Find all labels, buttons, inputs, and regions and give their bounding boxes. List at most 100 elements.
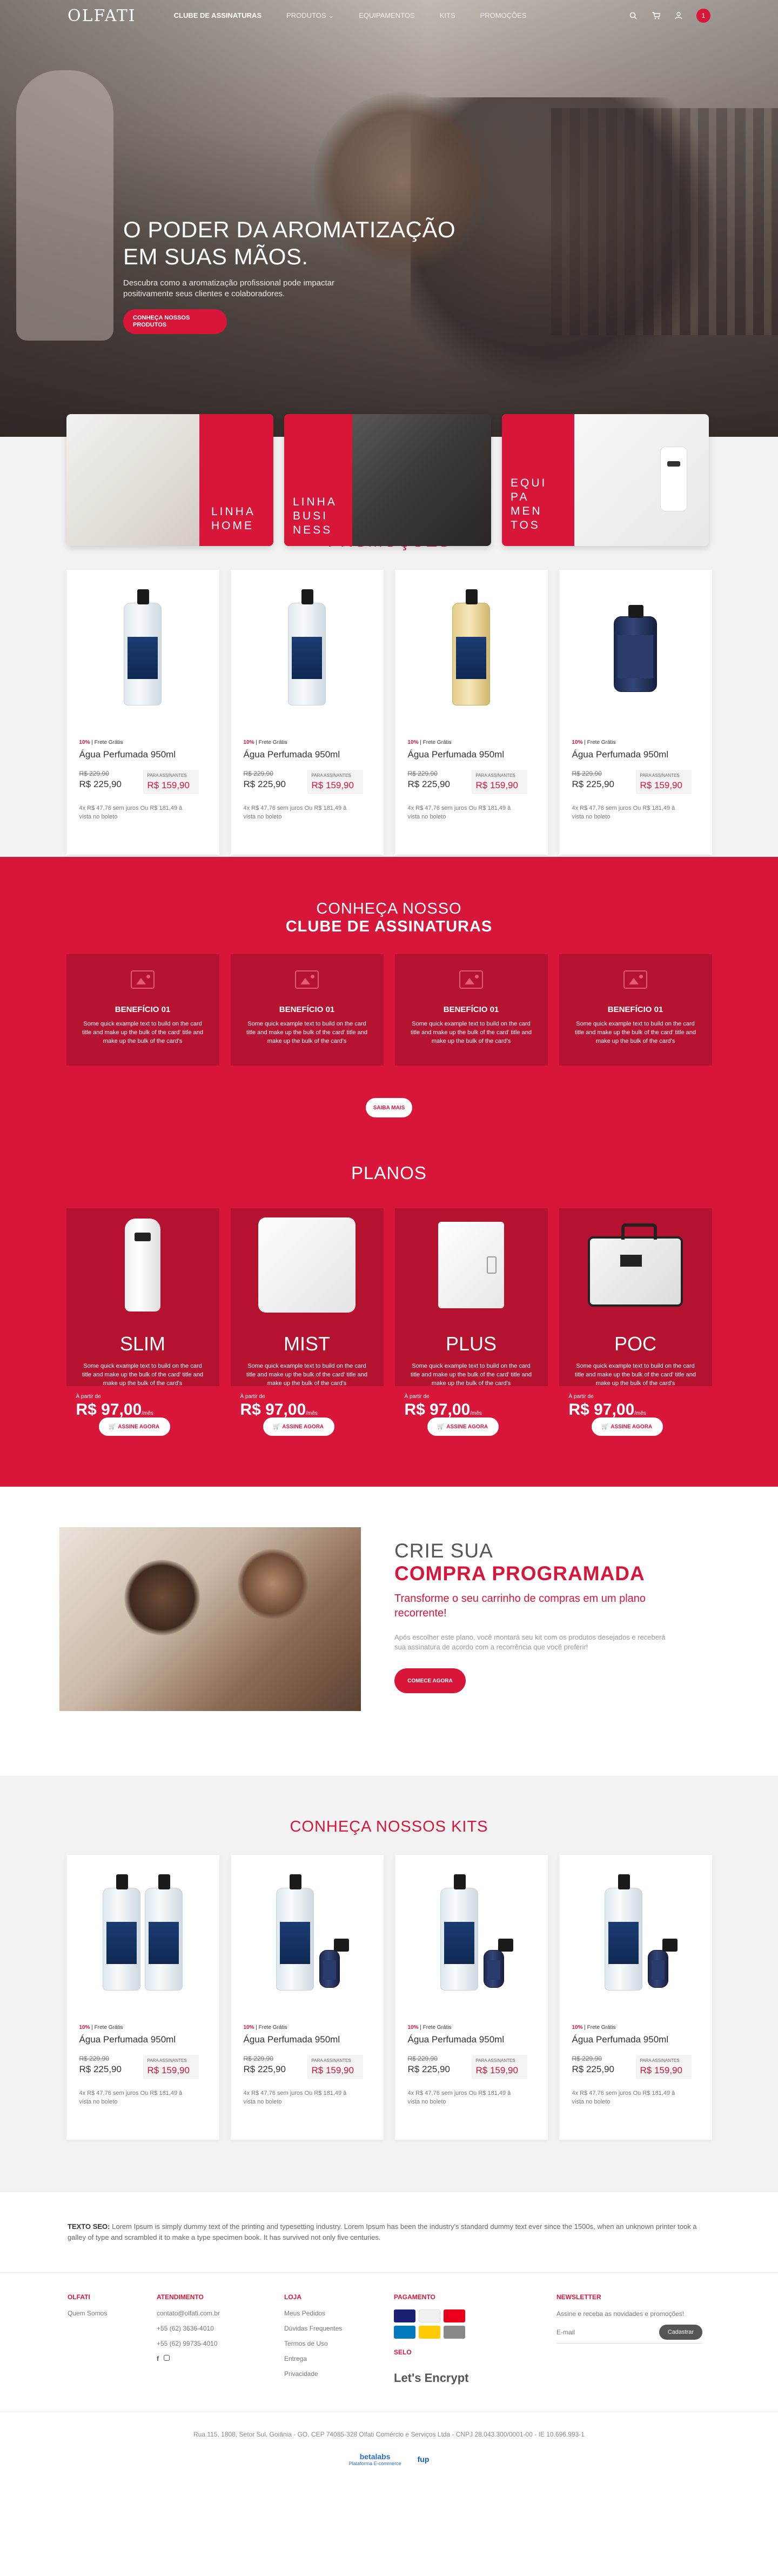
subscribe-button[interactable]: 🛒 ASSINE AGORA bbox=[591, 1417, 663, 1436]
product-image[interactable] bbox=[572, 578, 699, 730]
footer-link-about[interactable]: Quem Somos bbox=[68, 2309, 107, 2317]
product-card[interactable]: 10% | Frete Grátis Água Perfumada 950ml R$… bbox=[230, 1855, 384, 2140]
subscriber-label: PARA ASSINANTES bbox=[311, 773, 351, 778]
product-image[interactable] bbox=[408, 1863, 535, 2015]
product-card[interactable]: 10% | Frete Grátis Água Perfumada 950ml R$… bbox=[230, 570, 384, 855]
plan-list: SLIM Some quick example text to build on … bbox=[0, 1208, 778, 1438]
product-image[interactable] bbox=[79, 1863, 206, 2015]
image-placeholder-icon bbox=[295, 970, 319, 989]
product-name[interactable]: Água Perfumada 950ml bbox=[408, 749, 535, 760]
betalabs-logo[interactable]: betalabs Plataforma E-commerce bbox=[349, 2452, 401, 2466]
benefit-card: BENEFÍCIO 01 Some quick example text to b… bbox=[230, 954, 384, 1066]
installments-text: 4x R$ 47,76 sem juros Ou R$ 181,49 à vis… bbox=[243, 805, 347, 820]
category-card-home[interactable]: LINHA HOME bbox=[66, 414, 273, 546]
search-icon[interactable] bbox=[628, 11, 638, 21]
fup-logo[interactable]: fup bbox=[418, 2455, 430, 2464]
nav-link-kits[interactable]: KITS bbox=[440, 11, 455, 20]
hero-banner: O PODER DA AROMATIZAÇÃO EM SUAS MÃOS. De… bbox=[0, 0, 778, 437]
start-now-button[interactable]: COMECE AGORA bbox=[394, 1668, 466, 1693]
current-price: R$ 225,90 bbox=[407, 779, 450, 789]
product-card[interactable]: 10% | Frete Grátis Água Perfumada 950ml R$… bbox=[559, 1855, 712, 2140]
logo[interactable]: OLFATI bbox=[68, 6, 136, 25]
footer-heading: NEWSLETTER bbox=[556, 2293, 601, 2301]
installments-text: 4x R$ 47,76 sem juros Ou R$ 181,49 à vis… bbox=[79, 805, 183, 820]
product-image[interactable] bbox=[572, 1863, 699, 2015]
product-name[interactable]: Água Perfumada 950ml bbox=[572, 749, 699, 760]
product-image[interactable] bbox=[79, 578, 206, 730]
plan-description: Some quick example text to build on the … bbox=[574, 1363, 696, 1387]
betalabs-sub: Plataforma E-commerce bbox=[348, 2461, 401, 2466]
footer-link-faq[interactable]: Dúvidas Frequentes bbox=[284, 2325, 342, 2332]
product-tag: 10% | Frete Grátis bbox=[572, 2025, 699, 2031]
footer-link-delivery[interactable]: Entrega bbox=[284, 2355, 342, 2362]
benefit-title: BENEFÍCIO 01 bbox=[607, 1005, 663, 1014]
product-name[interactable]: Água Perfumada 950ml bbox=[572, 2034, 699, 2045]
old-price: R$ 229,90 bbox=[243, 770, 273, 777]
product-tag: 10% | Frete Grátis bbox=[79, 2025, 206, 2031]
product-card[interactable]: 10% | Frete Grátis Água Perfumada 950ml R$… bbox=[394, 570, 548, 855]
plan-price-period: /mês bbox=[470, 1410, 482, 1416]
diffuser-device-image bbox=[660, 447, 687, 511]
footer-link-privacy[interactable]: Privacidade bbox=[284, 2370, 342, 2378]
footer-whatsapp[interactable]: +55 (62) 99735-4010 bbox=[157, 2340, 220, 2347]
seo-text: TEXTO SEO: Lorem Ipsum is simply dummy t… bbox=[0, 2192, 778, 2272]
plan-price-value: R$ 97,00 bbox=[76, 1401, 142, 1419]
scheduled-title-line1: CRIE SUA bbox=[394, 1540, 493, 1562]
nav-link-promos[interactable]: PROMOÇÕES bbox=[480, 11, 527, 20]
price-box: R$ 229,90 R$ 225,90 PARA ASSINANTES R$ 159,… bbox=[244, 2055, 371, 2079]
subscribe-button[interactable]: 🛒 ASSINE AGORA bbox=[98, 1417, 170, 1436]
product-card[interactable]: 10% | Frete Grátis Água Perfumada 950ml R$… bbox=[559, 570, 712, 855]
product-card[interactable]: 10% | Frete Grátis Água Perfumada 950ml R$… bbox=[394, 1855, 548, 2140]
product-name[interactable]: Água Perfumada 950ml bbox=[244, 749, 371, 760]
product-name[interactable]: Água Perfumada 950ml bbox=[408, 2034, 535, 2045]
image-placeholder-icon bbox=[459, 970, 483, 989]
instagram-icon[interactable] bbox=[164, 2355, 170, 2361]
benefit-text: Some quick example text to build on the … bbox=[246, 1021, 368, 1044]
benefit-list: BENEFÍCIO 01 Some quick example text to b… bbox=[0, 954, 778, 1066]
subscriber-price: R$ 159,90 bbox=[475, 780, 518, 790]
nav-link-products[interactable]: PRODUTOS ⌄ bbox=[286, 11, 334, 20]
footer-link-orders[interactable]: Meus Pedidos bbox=[284, 2309, 342, 2317]
plan-price: R$ 97,00/mês bbox=[405, 1401, 538, 1419]
user-icon[interactable] bbox=[674, 11, 683, 21]
footer-phone[interactable]: +55 (62) 3636-4010 bbox=[157, 2325, 220, 2332]
footer-email[interactable]: contato@olfati.com.br bbox=[157, 2309, 220, 2317]
footer-col-support: ATENDIMENTO contato@olfati.com.br +55 (6… bbox=[157, 2293, 220, 2370]
product-image[interactable] bbox=[244, 578, 371, 730]
category-card-business[interactable]: LINHA BUSI NESS bbox=[284, 414, 491, 546]
product-image[interactable] bbox=[408, 578, 535, 730]
subscriber-price-box: PARA ASSINANTES R$ 159,90 bbox=[143, 770, 199, 794]
club-more-button[interactable]: SAIBA MAIS bbox=[366, 1098, 412, 1117]
product-image[interactable] bbox=[244, 1863, 371, 2015]
newsletter-submit-button[interactable]: Cadastrar bbox=[659, 2325, 702, 2340]
mastercard-icon bbox=[444, 2309, 465, 2322]
nav-link-equipments[interactable]: EQUIPAMENTOS bbox=[359, 11, 415, 20]
product-card[interactable]: 10% | Frete Grátis Água Perfumada 950ml R$… bbox=[66, 1855, 219, 2140]
nav-link-club[interactable]: CLUBE DE ASSINATURAS bbox=[174, 11, 262, 20]
bottle-image bbox=[452, 589, 490, 705]
cart-icon: 🛒 bbox=[601, 1423, 609, 1430]
cart-icon[interactable] bbox=[651, 11, 661, 21]
newsletter-email-input[interactable] bbox=[556, 2328, 659, 2336]
hero-products-button[interactable]: CONHEÇA NOSSOS PRODUTOS bbox=[123, 309, 227, 334]
cart-count-badge[interactable]: 1 bbox=[696, 9, 710, 23]
product-name[interactable]: Água Perfumada 950ml bbox=[244, 2034, 371, 2045]
product-tag: 10% | Frete Grátis bbox=[79, 740, 206, 745]
kit-product-list: 10% | Frete Grátis Água Perfumada 950ml R$… bbox=[0, 1855, 778, 2140]
subscriber-price: R$ 159,90 bbox=[475, 2065, 518, 2075]
discount-badge: 10% bbox=[572, 2025, 583, 2031]
product-name[interactable]: Água Perfumada 950ml bbox=[79, 2034, 206, 2045]
free-shipping-label: | Frete Grátis bbox=[584, 740, 616, 745]
footer-heading: LOJA bbox=[284, 2293, 302, 2301]
subscribe-button[interactable]: 🛒 ASSINE AGORA bbox=[427, 1417, 499, 1436]
category-card-equipments[interactable]: EQUI PA MEN TOS bbox=[502, 414, 709, 546]
subscriber-price-box: PARA ASSINANTES R$ 159,90 bbox=[635, 770, 692, 794]
subscribe-button[interactable]: 🛒 ASSINE AGORA bbox=[263, 1417, 334, 1436]
footer-link-terms[interactable]: Termos de Uso bbox=[284, 2340, 342, 2347]
product-card[interactable]: 10% | Frete Grátis Água Perfumada 950ml R$… bbox=[66, 570, 219, 855]
benefit-card: BENEFÍCIO 01 Some quick example text to b… bbox=[66, 954, 219, 1066]
product-name[interactable]: Água Perfumada 950ml bbox=[79, 749, 206, 760]
discount-badge: 10% bbox=[79, 740, 90, 745]
plan-device-image bbox=[66, 1208, 219, 1322]
facebook-icon[interactable]: f bbox=[157, 2355, 159, 2362]
